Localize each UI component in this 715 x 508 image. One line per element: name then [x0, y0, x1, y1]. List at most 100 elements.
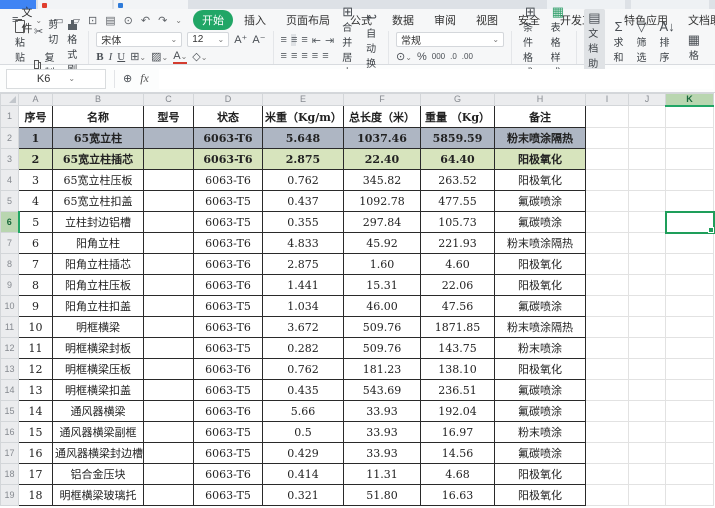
cell-k16[interactable] [666, 422, 714, 443]
header-cell-a1[interactable]: 序号 [19, 106, 53, 128]
row-header-4[interactable]: 4 [1, 170, 19, 191]
cell-i15[interactable] [586, 401, 629, 422]
cell-b13[interactable]: 明框横梁压板 [53, 359, 144, 380]
decrease-indent-icon[interactable]: ⇤ [312, 34, 320, 47]
cell-d19[interactable]: 6063-T5 [194, 485, 263, 506]
cell-c16[interactable] [144, 422, 194, 443]
cell-d4[interactable]: 6063-T6 [194, 170, 263, 191]
cell-j12[interactable] [629, 338, 666, 359]
cell-f13[interactable]: 181.23 [344, 359, 421, 380]
header-cell-c1[interactable]: 型号 [144, 106, 194, 128]
cell-c2[interactable] [144, 128, 194, 149]
clear-format-icon[interactable]: ◇⌄ [192, 50, 207, 63]
cell-f2[interactable]: 1037.46 [344, 128, 421, 149]
row-header-7[interactable]: 7 [1, 233, 19, 254]
cell-f8[interactable]: 1.60 [344, 254, 421, 275]
cell-g18[interactable]: 4.68 [421, 464, 495, 485]
cell-e9[interactable]: 1.441 [263, 275, 344, 296]
cell-e11[interactable]: 3.672 [263, 317, 344, 338]
cell-b9[interactable]: 阳角立柱压板 [53, 275, 144, 296]
formula-input[interactable] [159, 69, 713, 89]
print-icon[interactable]: ▤ [102, 14, 118, 27]
cell-j2[interactable] [629, 128, 666, 149]
document-tab-1[interactable] [38, 0, 112, 9]
align-top-icon[interactable]: ≡ [281, 34, 286, 46]
cell-f11[interactable]: 509.76 [344, 317, 421, 338]
cell-g7[interactable]: 221.93 [421, 233, 495, 254]
cell-g16[interactable]: 16.97 [421, 422, 495, 443]
cell-d8[interactable]: 6063-T6 [194, 254, 263, 275]
cell-k12[interactable] [666, 338, 714, 359]
cell-h16[interactable]: 粉末喷涂 [495, 422, 586, 443]
cell-h17[interactable]: 氟碳喷涂 [495, 443, 586, 464]
cell-k7[interactable] [666, 233, 714, 254]
cell-e3[interactable]: 2.875 [263, 149, 344, 170]
cell-h5[interactable]: 氟碳喷涂 [495, 191, 586, 212]
cell-d17[interactable]: 6063-T5 [194, 443, 263, 464]
name-box[interactable]: K6 ⌄ [6, 69, 106, 89]
cell-c9[interactable] [144, 275, 194, 296]
cell-h15[interactable]: 氟碳喷涂 [495, 401, 586, 422]
cell-a4[interactable]: 3 [19, 170, 53, 191]
increase-indent-icon[interactable]: ⇥ [325, 34, 333, 47]
cell-f12[interactable]: 509.76 [344, 338, 421, 359]
cell-i17[interactable] [586, 443, 629, 464]
cell-f19[interactable]: 51.80 [344, 485, 421, 506]
cell-a13[interactable]: 12 [19, 359, 53, 380]
cell-b16[interactable]: 通风器横梁副框 [53, 422, 144, 443]
cell-i14[interactable] [586, 380, 629, 401]
font-size-select[interactable]: 12⌄ [187, 32, 229, 47]
column-header-f[interactable]: F [344, 94, 421, 106]
row-header-13[interactable]: 13 [1, 359, 19, 380]
cell-k2[interactable] [666, 128, 714, 149]
cell-i9[interactable] [586, 275, 629, 296]
cell-h2[interactable]: 粉末喷涂隔热 [495, 128, 586, 149]
row-header-17[interactable]: 17 [1, 443, 19, 464]
cell-f7[interactable]: 45.92 [344, 233, 421, 254]
cell-a7[interactable]: 6 [19, 233, 53, 254]
cell-e17[interactable]: 0.429 [263, 443, 344, 464]
cell-a9[interactable]: 8 [19, 275, 53, 296]
row-header-18[interactable]: 18 [1, 464, 19, 485]
cell-k4[interactable] [666, 170, 714, 191]
cell-j18[interactable] [629, 464, 666, 485]
cell-d15[interactable]: 6063-T6 [194, 401, 263, 422]
row-header-15[interactable]: 15 [1, 401, 19, 422]
cell-k9[interactable] [666, 275, 714, 296]
cell-g10[interactable]: 47.56 [421, 296, 495, 317]
cell-i18[interactable] [586, 464, 629, 485]
cell-f18[interactable]: 11.31 [344, 464, 421, 485]
cell-e10[interactable]: 1.034 [263, 296, 344, 317]
cell-k18[interactable] [666, 464, 714, 485]
number-format-select[interactable]: 常规⌄ [396, 32, 504, 47]
cell-e4[interactable]: 0.762 [263, 170, 344, 191]
cell-b5[interactable]: 65宽立柱扣盖 [53, 191, 144, 212]
cell-j13[interactable] [629, 359, 666, 380]
ribbon-tab-insert[interactable]: 插入 [235, 10, 275, 30]
cell-g15[interactable]: 192.04 [421, 401, 495, 422]
cell-h14[interactable]: 氟碳喷涂 [495, 380, 586, 401]
cell-a8[interactable]: 7 [19, 254, 53, 275]
cell-g12[interactable]: 143.75 [421, 338, 495, 359]
column-header-c[interactable]: C [144, 94, 194, 106]
cell-k8[interactable] [666, 254, 714, 275]
cell-d12[interactable]: 6063-T5 [194, 338, 263, 359]
cell-e15[interactable]: 5.66 [263, 401, 344, 422]
selected-cell-k6[interactable] [666, 212, 714, 233]
cell-e5[interactable]: 0.437 [263, 191, 344, 212]
cell-g17[interactable]: 14.56 [421, 443, 495, 464]
align-center-icon[interactable]: ≡ [291, 50, 296, 62]
cell-f16[interactable]: 33.93 [344, 422, 421, 443]
cell-c13[interactable] [144, 359, 194, 380]
cell-b2[interactable]: 65宽立柱 [53, 128, 144, 149]
cell-e19[interactable]: 0.321 [263, 485, 344, 506]
column-header-e[interactable]: E [263, 94, 344, 106]
cell-d9[interactable]: 6063-T6 [194, 275, 263, 296]
cell-f17[interactable]: 33.93 [344, 443, 421, 464]
borders-icon[interactable]: ⊞⌄ [130, 50, 146, 63]
cell-j19[interactable] [629, 485, 666, 506]
cell-d10[interactable]: 6063-T5 [194, 296, 263, 317]
distribute-icon[interactable]: ≡ [322, 50, 327, 62]
column-header-g[interactable]: G [421, 94, 495, 106]
row-header-16[interactable]: 16 [1, 422, 19, 443]
